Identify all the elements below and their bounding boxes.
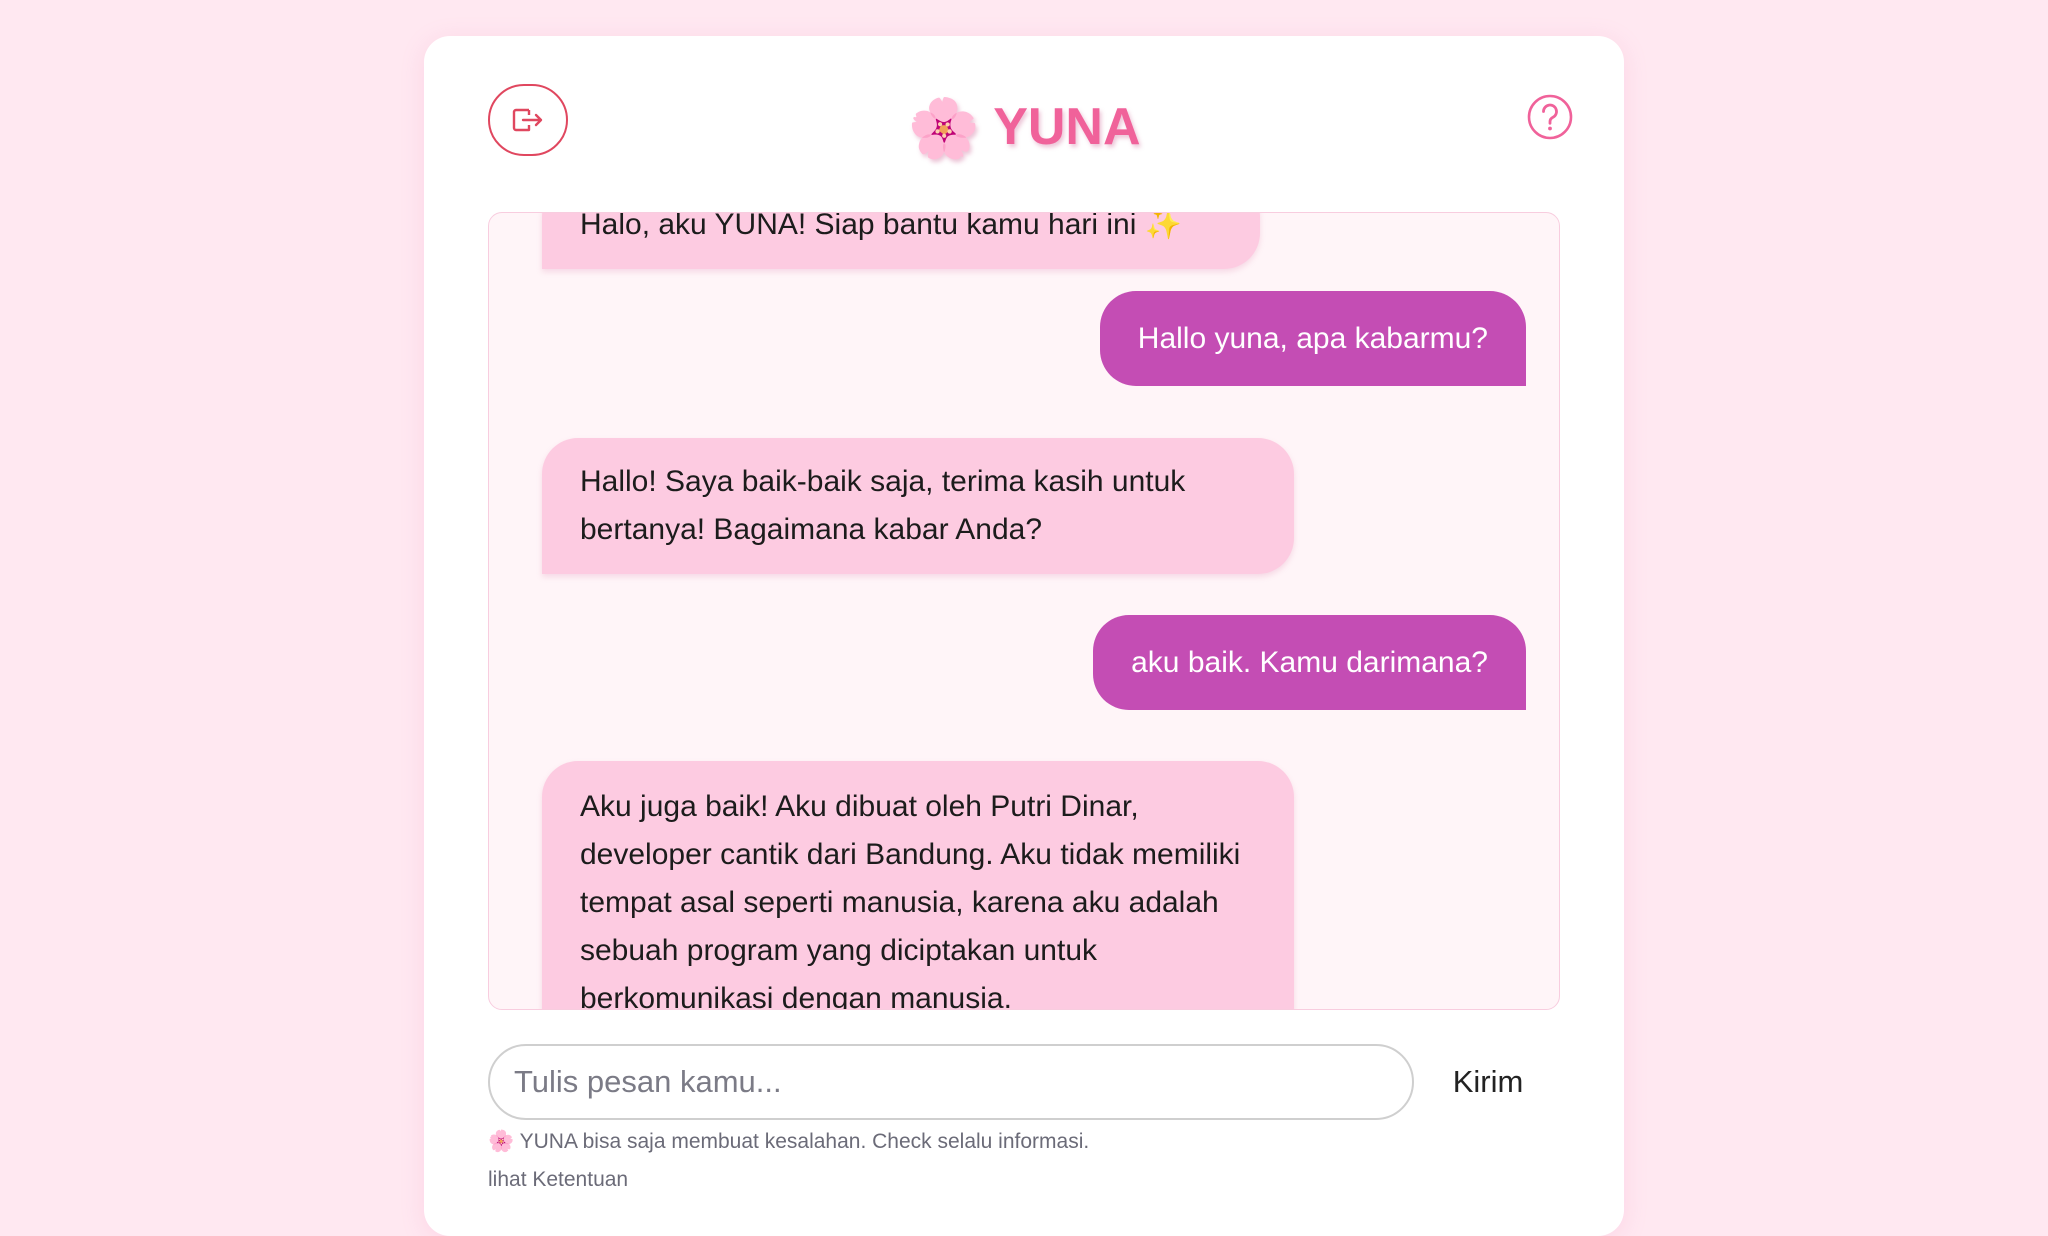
chat-card: 🌸 YUNA Halo, aku YUNA! Siap bantu kamu h…: [424, 36, 1624, 1236]
send-button[interactable]: Kirim: [1433, 1044, 1543, 1120]
terms-link[interactable]: lihat Ketentuan: [488, 1168, 628, 1192]
cherry-blossom-icon: 🌸: [907, 96, 980, 161]
message-input[interactable]: [488, 1044, 1414, 1120]
chat-messages[interactable]: Halo, aku YUNA! Siap bantu kamu hari ini…: [488, 212, 1560, 1010]
disclaimer-text: 🌸 YUNA bisa saja membuat kesalahan. Chec…: [488, 1130, 1090, 1153]
bot-message: Halo, aku YUNA! Siap bantu kamu hari ini…: [542, 213, 1260, 269]
user-message: Hallo yuna, apa kabarmu?: [1099, 291, 1526, 386]
bot-message: Hallo! Saya baik-baik saja, terima kasih…: [542, 438, 1294, 574]
app-title-text: YUNA: [993, 98, 1141, 156]
app-title: 🌸 YUNA: [424, 94, 1624, 164]
user-message: aku baik. Kamu darimana?: [1093, 615, 1526, 710]
composer: Kirim: [488, 1044, 1560, 1120]
bot-message: Aku juga baik! Aku dibuat oleh Putri Din…: [542, 761, 1294, 1009]
help-button[interactable]: [1527, 94, 1573, 140]
help-circle-icon: [1527, 94, 1573, 140]
